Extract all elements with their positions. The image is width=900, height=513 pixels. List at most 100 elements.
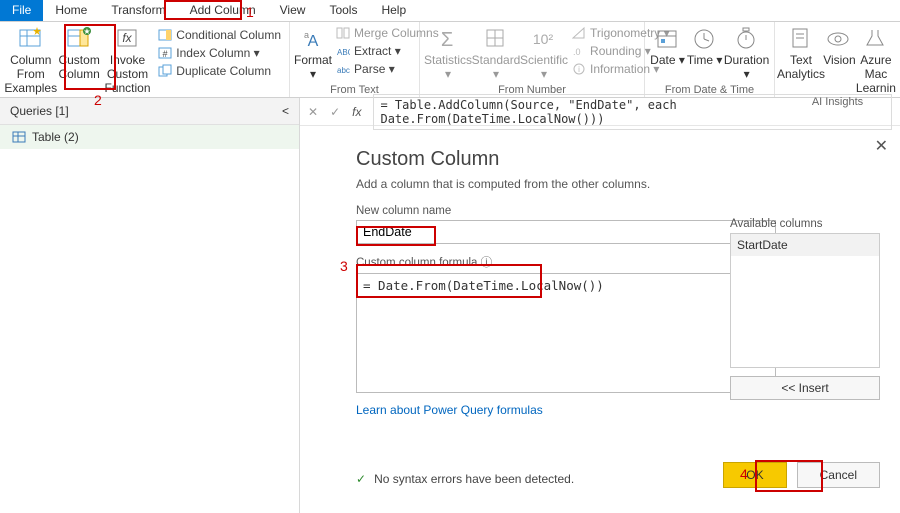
available-columns-label: Available columns [730,218,880,230]
insert-button[interactable]: << Insert [730,376,880,400]
svg-text:fx: fx [122,31,132,45]
svg-text:Σ: Σ [441,29,453,51]
ribbon: Column From Examples ▾ ★ Custom Column f… [0,22,900,98]
ok-button[interactable]: OK [723,462,786,488]
annotation-2: 2 [94,92,102,108]
svg-text:.0: .0 [573,47,581,57]
tab-help[interactable]: Help [369,0,418,21]
annotation-4: 4 [740,466,748,482]
time-button[interactable]: Time ▾ [686,24,723,68]
btn-label: Time ▾ [687,54,723,68]
eye-icon [826,26,852,52]
svg-text:i: i [578,65,580,74]
tab-file[interactable]: File [0,0,43,21]
queries-header: Queries [1] [10,104,69,118]
column-from-examples-button[interactable]: Column From Examples ▾ [4,24,58,109]
tab-view[interactable]: View [268,0,318,21]
queries-pane: Queries [1] < Table (2) [0,98,300,513]
flask-icon [863,26,889,52]
annotation-3: 3 [340,258,348,274]
btn-label: Duration ▾ [723,54,770,82]
label: Conditional Column [176,28,281,42]
btn-label: Format ▾ [294,54,332,82]
custom-formula-input[interactable]: = Date.From(DateTime.LocalNow()) [356,273,776,393]
standard-button[interactable]: Standard ▾ [472,24,520,82]
syntax-status: ✓ No syntax errors have been detected. [356,472,574,486]
format-button[interactable]: Aa Format ▾ [294,24,332,82]
scientific-button[interactable]: 10² Scientific ▾ [520,24,568,82]
btn-label: Vision [823,54,855,68]
check-icon: ✓ [356,472,366,486]
annotation-1: 1 [246,4,254,20]
parse-icon: abc [336,62,350,76]
label: Rounding ▾ [590,44,651,58]
query-item[interactable]: Table (2) [0,125,299,149]
custom-column-dialog: ✕ Custom Column Add a column that is com… [338,130,898,500]
conditional-icon [158,28,172,42]
btn-label: Statistics ▾ [424,54,472,82]
close-icon[interactable]: ✕ [875,136,888,156]
svg-text:ABC: ABC [337,48,350,57]
svg-text:a: a [304,30,309,40]
vision-button[interactable]: Vision [823,24,856,68]
duplicate-column-button[interactable]: Duplicate Column [154,62,285,80]
table-star-icon [18,26,44,52]
text-analytics-button[interactable]: Text Analytics [779,24,823,82]
conditional-column-button[interactable]: Conditional Column [154,26,285,44]
index-column-button[interactable]: # Index Column ▾ [154,44,285,62]
label: Extract ▾ [354,44,401,58]
calendar-icon [655,26,681,52]
menu-bar: File Home Transform Add Column View Tool… [0,0,900,22]
extract-icon: ABC [336,44,350,58]
query-label: Table (2) [32,130,79,144]
tab-tools[interactable]: Tools [317,0,369,21]
custom-column-button[interactable]: ★ Custom Column [58,24,101,82]
label: Duplicate Column [176,64,271,78]
table-icon [12,130,26,144]
doc-icon [788,26,814,52]
statistics-button[interactable]: Σ Statistics ▾ [424,24,472,82]
svg-text:A: A [308,33,319,50]
learn-link[interactable]: Learn about Power Query formulas [356,403,543,417]
invoke-custom-function-button[interactable]: fx Invoke Custom Function [101,24,155,95]
btn-label: Invoke Custom Function [101,54,155,95]
btn-label: Azure Mac Learnin [856,54,896,95]
sigma-icon: Σ [435,26,461,52]
available-column-item[interactable]: StartDate [731,234,879,256]
btn-label: Scientific ▾ [520,54,568,82]
trig-icon [572,26,586,40]
available-columns-list[interactable]: StartDate [730,233,880,368]
clock-icon [692,26,718,52]
cancel-formula-icon[interactable]: ✕ [308,105,318,119]
calc-icon [483,26,509,52]
info-icon: i [572,62,586,76]
fx-icon: fx [115,26,141,52]
azure-ml-button[interactable]: Azure Mac Learnin [856,24,896,95]
tab-add-column[interactable]: Add Column [178,0,268,21]
cancel-button[interactable]: Cancel [797,462,880,488]
stopwatch-icon [734,26,760,52]
commit-formula-icon[interactable]: ✓ [330,105,340,119]
duplicate-icon [158,64,172,78]
label: Index Column ▾ [176,46,259,60]
date-button[interactable]: Date ▾ [649,24,686,68]
merge-icon [336,26,350,40]
duration-button[interactable]: Duration ▾ [723,24,770,82]
fx-label: fx [352,105,361,119]
btn-label: Date ▾ [650,54,685,68]
btn-label: Text Analytics [777,54,825,82]
tab-home[interactable]: Home [43,0,99,21]
btn-label: Standard ▾ [472,54,521,82]
new-column-name-label: New column name [356,205,880,217]
new-column-name-input[interactable] [356,220,776,244]
dialog-subtitle: Add a column that is computed from the o… [356,177,880,191]
collapse-icon[interactable]: < [282,104,289,118]
tab-transform[interactable]: Transform [99,0,177,21]
formula-bar-input[interactable]: = Table.AddColumn(Source, "EndDate", eac… [373,94,892,130]
svg-text:#: # [163,49,168,59]
dialog-title: Custom Column [356,148,880,171]
svg-text:★: ★ [84,27,91,36]
index-icon: # [158,46,172,60]
formula-bar-row: ✕ ✓ fx = Table.AddColumn(Source, "EndDat… [300,98,900,126]
btn-label: Custom Column [58,54,101,82]
